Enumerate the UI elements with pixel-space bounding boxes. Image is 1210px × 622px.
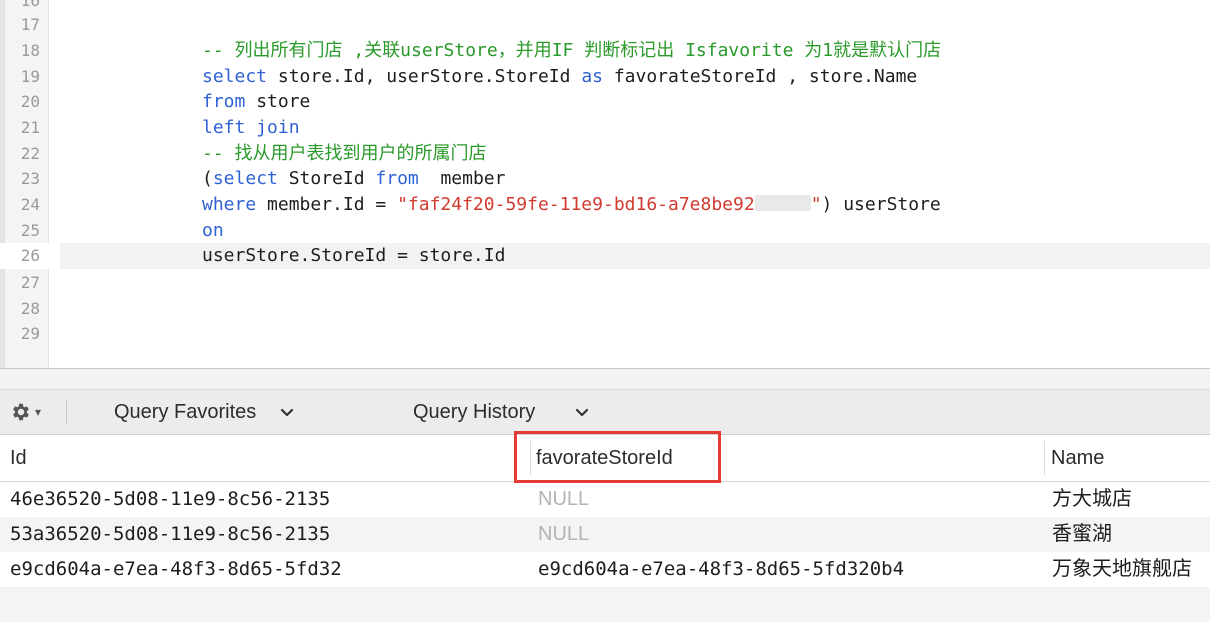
code-text: -- 列出所有门店 ,关联userStore，并用IF 判断标记出 Isfavo… xyxy=(202,38,941,64)
line-number: 22 xyxy=(20,144,40,163)
code-line[interactable]: 17 xyxy=(0,12,1210,38)
code-text: from store xyxy=(202,89,310,115)
sql-keyword: from xyxy=(202,91,246,112)
code-line[interactable]: 19 select store.Id, userStore.StoreId as… xyxy=(0,64,1210,90)
cell-id: e9cd604a-e7ea-48f3-8d65-5fd32 xyxy=(10,558,342,580)
sql-keyword: from xyxy=(375,168,419,189)
cell-name: 方大城店 xyxy=(1052,488,1132,510)
sql-text: member xyxy=(418,168,506,189)
code-text: -- 找从用户表找到用户的所属门店 xyxy=(202,141,487,167)
cell-favoratestoreid: NULL xyxy=(538,488,590,510)
sql-string-quote: " xyxy=(810,194,822,215)
query-history-dropdown[interactable]: Query History xyxy=(413,390,589,435)
code-text: where member.Id = "faf24f20-59fe-11e9-bd… xyxy=(202,192,941,218)
sql-text: ) userStore xyxy=(821,194,941,215)
cell-favoratestoreid: e9cd604a-e7ea-48f3-8d65-5fd320b4 xyxy=(538,558,905,580)
table-row[interactable]: e9cd604a-e7ea-48f3-8d65-5fd32 e9cd604a-e… xyxy=(0,552,1210,587)
column-header-name[interactable]: Name xyxy=(1051,435,1104,482)
line-number: 18 xyxy=(20,41,40,60)
pane-splitter[interactable] xyxy=(0,368,1210,390)
code-line[interactable]: 25 on xyxy=(0,218,1210,244)
code-text: on xyxy=(202,218,224,244)
sql-text: userStore.StoreId = store.Id xyxy=(202,245,506,266)
code-line[interactable]: 20 from store xyxy=(0,89,1210,115)
sql-keyword: select xyxy=(212,168,278,189)
chevron-down-icon xyxy=(576,408,589,416)
sql-keyword: on xyxy=(202,220,224,241)
line-number: 29 xyxy=(20,324,40,343)
code-line[interactable]: 23 (select StoreId from member xyxy=(0,166,1210,192)
code-line[interactable]: 22 -- 找从用户表找到用户的所属门店 xyxy=(0,141,1210,167)
query-history-label: Query History xyxy=(413,401,536,423)
code-text: select store.Id, userStore.StoreId as fa… xyxy=(202,64,917,90)
cell-favoratestoreid: NULL xyxy=(538,523,590,545)
query-favorites-dropdown[interactable]: Query Favorites xyxy=(114,390,294,435)
cell-id: 53a36520-5d08-11e9-8c56-2135 xyxy=(10,523,331,545)
query-favorites-label: Query Favorites xyxy=(114,401,257,423)
line-number: 27 xyxy=(20,273,40,292)
code-line[interactable]: 21 left join xyxy=(0,115,1210,141)
code-line[interactable]: 18 -- 列出所有门店 ,关联userStore，并用IF 判断标记出 Isf… xyxy=(0,38,1210,64)
line-number: 28 xyxy=(20,299,40,318)
sql-text: StoreId xyxy=(277,168,376,189)
sql-text: favorateStoreId , store.Name xyxy=(603,66,918,87)
cell-name: 万象天地旗舰店 xyxy=(1052,558,1192,580)
line-number: 20 xyxy=(20,92,40,111)
table-row[interactable]: 46e36520-5d08-11e9-8c56-2135 NULL 方大城店 xyxy=(0,482,1210,517)
toolbar-divider xyxy=(66,399,67,425)
code-line[interactable]: 28 xyxy=(0,296,1210,322)
sql-editor[interactable]: 16 17 18 -- 列出所有门店 ,关联userStore，并用IF 判断标… xyxy=(0,0,1210,368)
line-number: 26 xyxy=(20,246,40,265)
redacted-text xyxy=(754,195,811,211)
sql-keyword: as xyxy=(581,66,603,87)
sql-text: store.Id, userStore.StoreId xyxy=(267,66,582,87)
gear-icon xyxy=(13,403,29,421)
line-number: 24 xyxy=(20,195,40,214)
gear-caret-icon: ▾ xyxy=(35,405,42,419)
sql-keyword: left join xyxy=(202,117,300,138)
sql-keyword: select xyxy=(202,66,268,87)
cell-id: 46e36520-5d08-11e9-8c56-2135 xyxy=(10,488,331,510)
code-text: userStore.StoreId = store.Id xyxy=(202,243,505,269)
sql-comment: -- 找从用户表找到用户的所属门店 xyxy=(202,143,487,164)
line-number: 19 xyxy=(20,67,40,86)
table-row-empty xyxy=(0,587,1210,622)
gear-menu-button[interactable]: ▾ xyxy=(10,398,60,426)
sql-text: ( xyxy=(202,168,213,189)
code-text: left join xyxy=(202,115,300,141)
sql-string: "faf24f20-59fe-11e9-bd16-a7e8be92 xyxy=(397,194,755,215)
code-text: (select StoreId from member xyxy=(202,166,505,192)
line-number: 23 xyxy=(20,169,40,188)
query-toolbar: ▾ Query Favorites Query History xyxy=(0,390,1210,435)
cell-name: 香蜜湖 xyxy=(1052,523,1112,545)
code-line[interactable]: 29 xyxy=(0,321,1210,347)
code-line[interactable]: 24 where member.Id = "faf24f20-59fe-11e9… xyxy=(0,192,1210,218)
code-line-current[interactable]: 26 userStore.StoreId = store.Id xyxy=(0,243,1210,269)
column-header-id[interactable]: Id xyxy=(10,435,27,482)
sql-text: store xyxy=(245,91,311,112)
sql-comment: -- 列出所有门店 ,关联userStore，并用IF 判断标记出 Isfavo… xyxy=(202,40,942,61)
chevron-down-icon xyxy=(281,408,294,416)
highlight-annotation-box xyxy=(514,431,721,483)
code-line[interactable]: 27 xyxy=(0,270,1210,296)
column-separator[interactable] xyxy=(1044,441,1045,475)
line-number: 17 xyxy=(20,15,40,34)
sql-text: member.Id = xyxy=(256,194,398,215)
table-row[interactable]: 53a36520-5d08-11e9-8c56-2135 NULL 香蜜湖 xyxy=(0,517,1210,552)
sql-keyword: where xyxy=(202,194,257,215)
line-number: 25 xyxy=(20,221,40,240)
line-number: 21 xyxy=(20,118,40,137)
